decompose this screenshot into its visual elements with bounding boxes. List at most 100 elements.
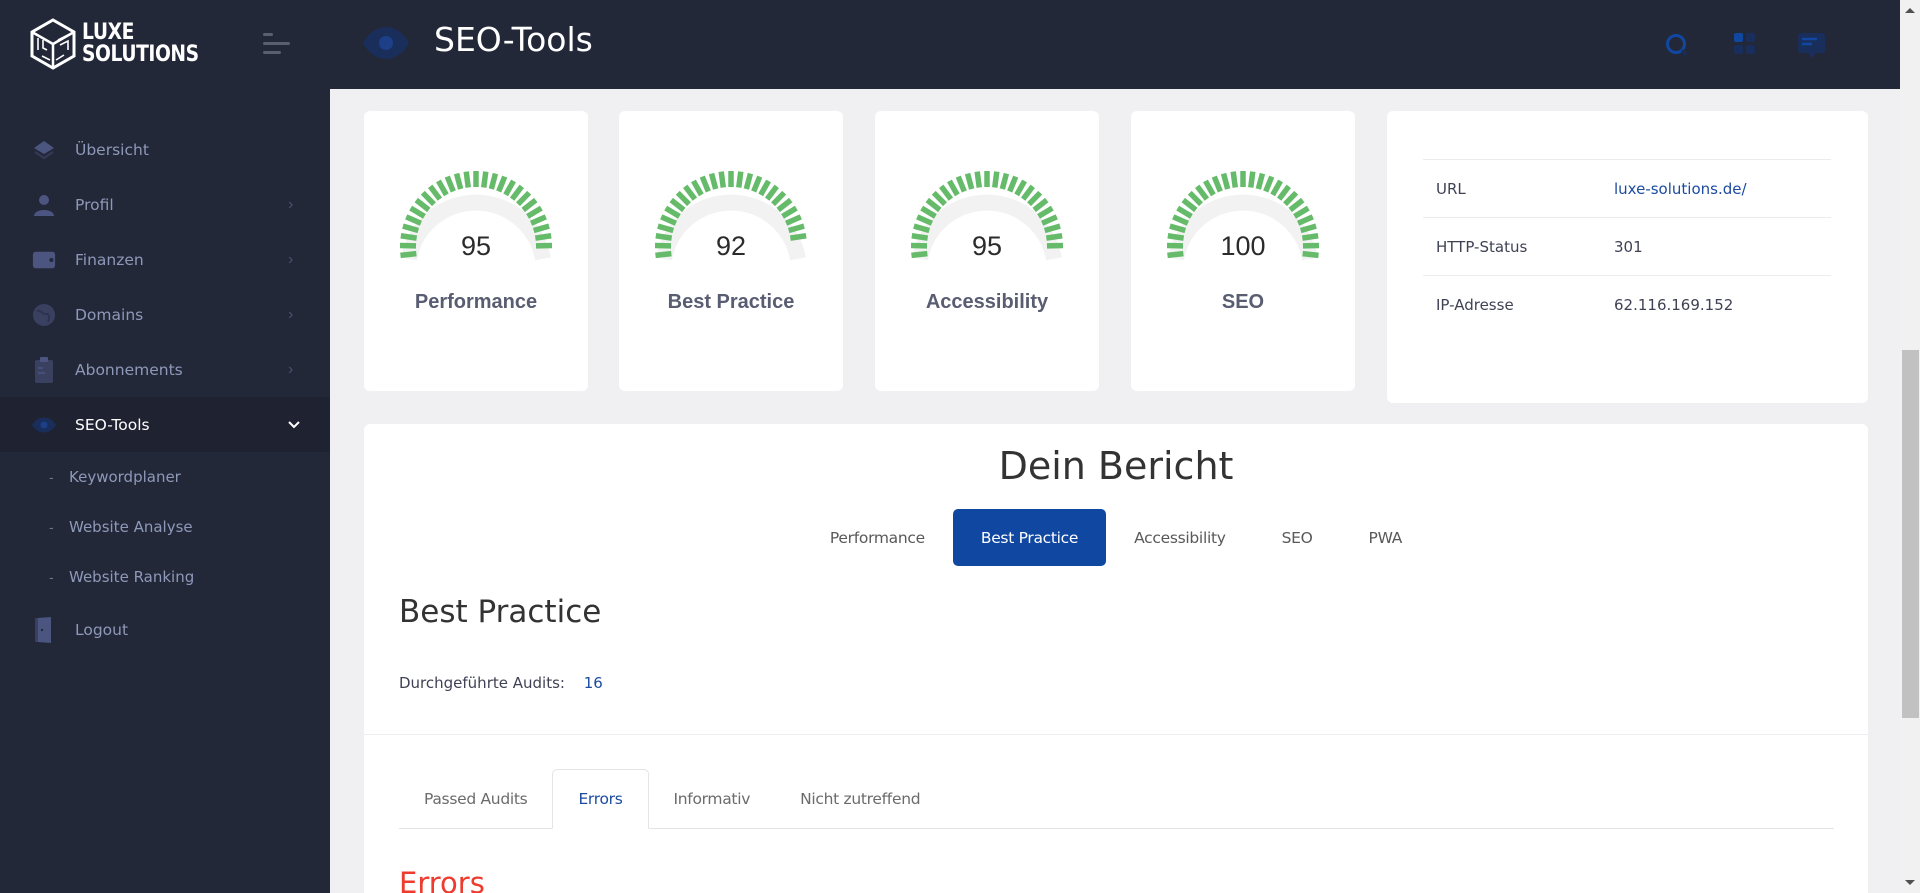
sidebar-toggle-button[interactable] <box>263 33 291 55</box>
page-scrollbar[interactable] <box>1900 0 1920 893</box>
pill-best-practice[interactable]: Best Practice <box>952 509 1107 566</box>
wallet-icon <box>32 248 56 272</box>
gauge-segment <box>1037 205 1054 219</box>
gauge-segment <box>781 205 798 219</box>
sidebar-item-uebersicht[interactable]: Übersicht <box>0 122 330 177</box>
pill-pwa[interactable]: PWA <box>1341 509 1431 566</box>
sidebar-subitem-label: Website Analyse <box>69 518 193 536</box>
brand-line-1: LUXE <box>82 20 134 45</box>
tab-informativ[interactable]: Informativ <box>649 769 776 829</box>
chevron-right-icon: › <box>288 305 294 323</box>
info-row-http-status: HTTP-Status 301 <box>1423 217 1831 276</box>
scrollbar-thumb[interactable] <box>1902 350 1919 718</box>
chevron-right-icon: › <box>288 195 294 213</box>
user-icon <box>32 193 56 217</box>
gauge-segment <box>496 175 508 193</box>
info-key: URL <box>1436 179 1466 198</box>
audits-count: 16 <box>583 674 603 692</box>
gauge-segment <box>660 214 677 226</box>
score-label: Performance <box>414 291 538 313</box>
sidebar-item-finanzen[interactable]: Finanzen › <box>0 232 330 287</box>
score-value: 92 <box>715 231 747 261</box>
gauge-segment <box>1041 214 1058 226</box>
sidebar-subitem-website-ranking[interactable]: - Website Ranking <box>0 552 330 602</box>
gauge-segment <box>409 205 426 219</box>
brand-line-2: SOLUTIONS <box>82 42 199 67</box>
gauge-segment <box>1248 171 1256 188</box>
eye-icon <box>362 26 410 65</box>
sidebar-item-label: Domains <box>75 305 144 324</box>
score-card-accessibility: 95 Accessibility <box>875 111 1099 391</box>
gauge-segment <box>1288 197 1305 213</box>
top-header: SEO-Tools <box>330 0 1900 89</box>
gauge-segment <box>463 171 471 188</box>
layers-icon <box>32 138 56 162</box>
tab-errors[interactable]: Errors <box>552 769 649 829</box>
scroll-down-arrow-icon[interactable] <box>1905 880 1915 885</box>
gauge-segment <box>669 197 686 213</box>
score-label: SEO <box>1221 291 1265 313</box>
sidebar-item-domains[interactable]: Domains › <box>0 287 330 342</box>
gauge-segment <box>1020 184 1035 201</box>
site-info-table: URL luxe-solutions.de/ HTTP-Status 301 I… <box>1423 159 1831 334</box>
score-value: 95 <box>460 231 492 261</box>
sidebar-subitem-label: Keywordplaner <box>69 468 181 486</box>
page-title: SEO-Tools <box>434 20 593 59</box>
tab-passed-audits[interactable]: Passed Audits <box>399 769 552 829</box>
sidebar-subitem-website-analyse[interactable]: - Website Analyse <box>0 502 330 552</box>
pill-accessibility[interactable]: Accessibility <box>1106 509 1253 566</box>
gauge-segment <box>1203 179 1216 197</box>
gauge-segment <box>664 205 681 219</box>
errors-heading: Errors <box>399 866 485 893</box>
chat-icon[interactable] <box>1796 30 1828 60</box>
gauge-segment <box>691 179 704 197</box>
info-row-ip: IP-Adresse 62.116.169.152 <box>1423 275 1831 334</box>
sidebar-item-profil[interactable]: Profil › <box>0 177 330 232</box>
gauge-segment <box>1211 175 1223 193</box>
tab-nicht-zutreffend[interactable]: Nicht zutreffend <box>775 769 945 829</box>
sidebar-item-seo-tools[interactable]: SEO-Tools <box>0 397 330 452</box>
gauge-segment <box>1255 172 1266 190</box>
chevron-right-icon: › <box>288 360 294 378</box>
url-link[interactable]: luxe-solutions.de/ <box>1614 180 1747 198</box>
gauge-segment <box>488 172 499 190</box>
gauge-segment <box>1230 171 1238 188</box>
gauge-segment <box>414 197 431 213</box>
pill-performance[interactable]: Performance <box>802 509 953 566</box>
gauge-segment <box>1283 190 1299 207</box>
chevron-down-icon <box>288 416 300 434</box>
sidebar-item-abonnements[interactable]: Abonnements › <box>0 342 330 397</box>
gauge-segment <box>675 190 691 207</box>
menu-line <box>263 33 273 36</box>
sidebar-item-label: Abonnements <box>75 360 183 379</box>
gauge-segment <box>708 172 719 190</box>
audit-tabs: Passed Audits Errors Informativ Nicht zu… <box>399 769 1834 829</box>
brand-logo[interactable]: LUXE SOLUTIONS <box>30 18 219 70</box>
gauge-segment <box>683 184 698 201</box>
gauge-segment <box>785 214 802 226</box>
clipboard-icon <box>32 356 56 383</box>
sidebar-subitem-keywordplaner[interactable]: - Keywordplaner <box>0 452 330 502</box>
gauge-segment <box>521 197 538 213</box>
score-card-seo: 100 SEO <box>1131 111 1355 391</box>
gauge-segment <box>1195 184 1210 201</box>
gauge-segment <box>1187 190 1203 207</box>
gauge-segment <box>1270 179 1283 197</box>
pill-seo[interactable]: SEO <box>1254 509 1341 566</box>
sidebar-item-logout[interactable]: Logout <box>0 602 330 657</box>
gauge-segment <box>1176 205 1193 219</box>
divider <box>364 734 1868 735</box>
gauge-segment <box>1181 197 1198 213</box>
door-icon <box>32 616 56 643</box>
search-icon[interactable] <box>1663 30 1693 60</box>
gauge-segment <box>743 172 754 190</box>
gauge-segment <box>776 197 793 213</box>
gauge-segment <box>764 184 779 201</box>
gauge-segment <box>771 190 787 207</box>
gauge-segment <box>925 197 942 213</box>
scroll-up-arrow-icon[interactable] <box>1905 8 1915 13</box>
gauge-segment <box>1276 184 1291 201</box>
gauge-segment <box>974 171 982 188</box>
gauge-segment <box>1263 175 1275 193</box>
grid-icon[interactable] <box>1731 30 1761 60</box>
